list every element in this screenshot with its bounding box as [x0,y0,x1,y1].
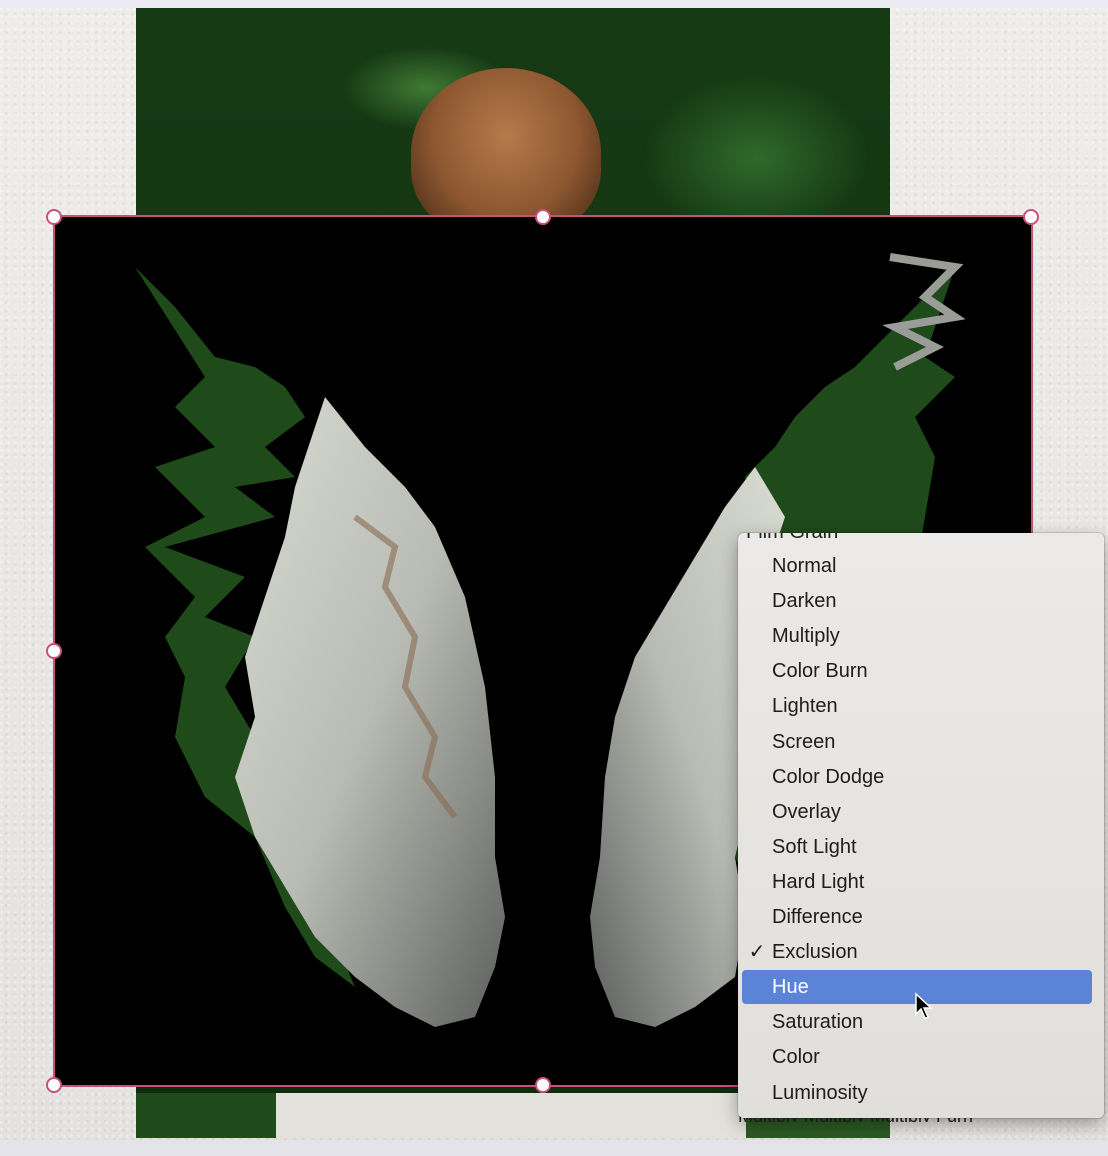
blend-mode-item-color-burn[interactable]: Color Burn [742,654,1092,688]
blend-mode-item-exclusion[interactable]: ✓ Exclusion [742,935,1092,969]
blend-mode-label: Soft Light [772,835,857,858]
blend-mode-item-screen[interactable]: Screen [742,725,1092,759]
blend-mode-item-soft-light[interactable]: Soft Light [742,830,1092,864]
blend-mode-label: Difference [772,906,863,928]
mouse-pointer-icon [915,992,933,1019]
resize-handle-middle-left[interactable] [46,643,62,659]
left-wing [235,397,505,1027]
resize-handle-top-center[interactable] [535,209,551,225]
clipped-menu-header: Film Grain [738,533,1104,545]
resize-handle-bottom-left[interactable] [46,1077,62,1093]
blend-mode-item-difference[interactable]: Difference [742,900,1092,934]
blend-mode-label: Screen [772,730,836,753]
blend-mode-item-lighten[interactable]: Lighten [742,689,1092,723]
blend-mode-label: Color [772,1046,820,1069]
blend-mode-label: Exclusion [772,941,858,964]
blend-mode-label: Color Burn [772,660,868,683]
resize-handle-bottom-center[interactable] [535,1077,551,1093]
photo-dress-bottom [276,1093,746,1138]
blend-mode-label: Multiply [772,625,840,648]
blend-mode-label: Color Dodge [772,765,885,788]
resize-handle-top-right[interactable] [1023,209,1039,225]
resize-handle-top-left[interactable] [46,209,62,225]
bottom-strip [0,1140,1108,1156]
blend-mode-label: Overlay [772,800,841,823]
hair-bun [411,68,601,238]
blend-mode-item-darken[interactable]: Darken [742,584,1092,618]
blend-mode-label: Luminosity [772,1081,868,1104]
blend-mode-menu[interactable]: Film Grain Normal Darken Multiply Color Bur… [738,533,1104,1118]
blend-mode-label: Lighten [772,695,838,718]
blend-mode-label: Hue [772,976,809,999]
blend-mode-label: Hard Light [772,870,865,893]
blend-mode-item-normal[interactable]: Normal [742,549,1092,583]
blend-mode-label: Normal [772,555,837,577]
blend-mode-item-color-dodge[interactable]: Color Dodge [742,760,1092,794]
blend-mode-label: Saturation [772,1011,864,1034]
blend-mode-item-hard-light[interactable]: Hard Light [742,865,1092,899]
blend-mode-item-color[interactable]: Color [742,1040,1092,1074]
blend-mode-item-overlay[interactable]: Overlay [742,795,1092,829]
blend-mode-item-multiply[interactable]: Multiply [742,619,1092,653]
photo-grass-left [136,1093,276,1138]
top-strip [0,0,1108,8]
blend-mode-item-luminosity[interactable]: Luminosity [742,1076,1092,1110]
blend-mode-label: Darken [772,590,837,613]
checkmark-icon: ✓ [748,941,766,964]
